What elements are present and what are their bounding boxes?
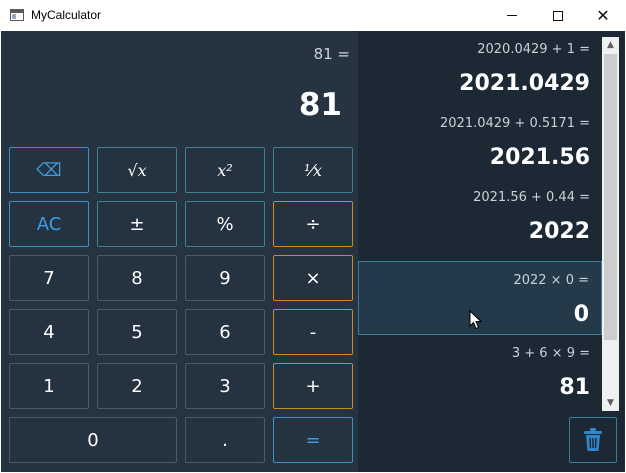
close-button[interactable]: ✕ (580, 0, 626, 31)
history-item[interactable]: 3 + 6 × 9 = 81 (358, 335, 602, 409)
history-expression: 2020.0429 + 1 = (477, 42, 590, 57)
digit-4-button[interactable]: 4 (9, 309, 89, 355)
history-panel: 2020.0429 + 1 = 2021.0429 2021.0429 + 0.… (358, 31, 625, 472)
history-item[interactable]: 2021.0429 + 0.5171 = 2021.56 (358, 105, 602, 179)
equals-button[interactable]: = (273, 417, 353, 463)
digit-9-button[interactable]: 9 (185, 255, 265, 301)
digit-5-button[interactable]: 5 (97, 309, 177, 355)
history-result: 2022 (528, 219, 590, 244)
digit-0-button[interactable]: 0 (9, 417, 177, 463)
digit-6-button[interactable]: 6 (185, 309, 265, 355)
clear-history-button[interactable] (569, 417, 617, 463)
history-item[interactable]: 2021.56 + 0.44 = 2022 (358, 179, 602, 253)
current-result: 81 (298, 87, 342, 123)
history-list: 2020.0429 + 1 = 2021.0429 2021.0429 + 0.… (358, 31, 604, 411)
clear-button[interactable]: AC (9, 201, 89, 247)
history-expression: 3 + 6 × 9 = (511, 346, 590, 361)
maximize-button[interactable] (535, 0, 581, 31)
sqrt-label: √x (127, 160, 147, 180)
subtract-button[interactable]: - (273, 309, 353, 355)
reciprocal-label: ¹⁄x (303, 160, 323, 180)
close-icon: ✕ (596, 5, 610, 25)
history-result: 2021.0429 (459, 71, 590, 96)
history-result: 81 (559, 375, 590, 400)
square-button[interactable]: x² (185, 147, 265, 193)
calculator-window-body: 81 = 81 ⌫ √x x² ¹⁄x AC ± % ÷ 7 8 9 × 4 5… (1, 31, 625, 472)
digit-7-button[interactable]: 7 (9, 255, 89, 301)
history-scrollbar[interactable]: ▲ ▼ (602, 37, 619, 411)
digit-3-button[interactable]: 3 (185, 363, 265, 409)
scroll-down-arrow-icon[interactable]: ▼ (602, 395, 619, 411)
digit-1-button[interactable]: 1 (9, 363, 89, 409)
minimize-button[interactable] (489, 0, 535, 31)
scroll-up-arrow-icon[interactable]: ▲ (602, 37, 619, 53)
sqrt-button[interactable]: √x (97, 147, 177, 193)
square-label: x² (217, 160, 233, 180)
history-expression: 2021.0429 + 0.5171 = (440, 116, 590, 131)
app-icon (10, 9, 24, 21)
multiply-button[interactable]: × (273, 255, 353, 301)
decimal-button[interactable]: . (185, 417, 265, 463)
percent-button[interactable]: % (185, 201, 265, 247)
history-item[interactable]: 2020.0429 + 1 = 2021.0429 (358, 31, 602, 105)
history-expression: 2022 × 0 = (513, 273, 589, 288)
current-expression: 81 = (313, 45, 350, 63)
digit-8-button[interactable]: 8 (97, 255, 177, 301)
calculator-panel: 81 = 81 ⌫ √x x² ¹⁄x AC ± % ÷ 7 8 9 × 4 5… (1, 31, 358, 472)
digit-2-button[interactable]: 2 (97, 363, 177, 409)
trash-icon (584, 428, 602, 451)
minimize-icon (507, 15, 517, 16)
history-expression: 2021.56 + 0.44 = (473, 190, 590, 205)
backspace-button[interactable]: ⌫ (9, 147, 89, 193)
mouse-cursor-icon (469, 310, 483, 330)
backspace-icon: ⌫ (36, 159, 62, 181)
history-result: 2021.56 (489, 145, 590, 170)
negate-button[interactable]: ± (97, 201, 177, 247)
history-result: 0 (573, 302, 589, 327)
scrollbar-thumb[interactable] (604, 54, 617, 340)
title-bar: MyCalculator ✕ (0, 0, 626, 31)
reciprocal-button[interactable]: ¹⁄x (273, 147, 353, 193)
window-title: MyCalculator (31, 8, 102, 22)
add-button[interactable]: + (273, 363, 353, 409)
divide-button[interactable]: ÷ (273, 201, 353, 247)
maximize-icon (553, 10, 563, 21)
